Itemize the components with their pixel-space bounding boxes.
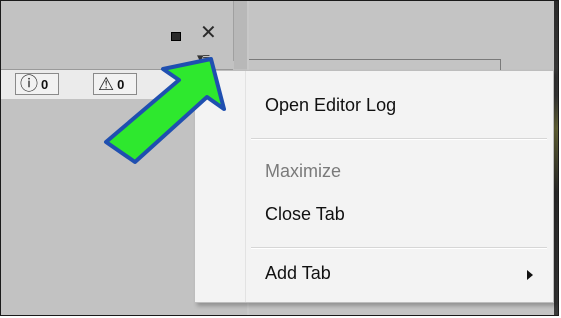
scene-view-edge [554, 1, 558, 315]
info-counter[interactable]: ⓘ 0 [15, 73, 59, 95]
maximize-icon[interactable] [171, 32, 181, 41]
warning-icon: ⚠ [98, 74, 115, 94]
panel-border [249, 59, 501, 60]
submenu-arrow-icon [527, 270, 533, 280]
info-icon: ⓘ [20, 74, 38, 94]
menu-item-close-tab[interactable]: Close Tab [265, 204, 345, 225]
screenshot-frame: ✕ ▾≡ ⓘ 0 ⚠ 0 Open Editor Log Maximize Cl… [0, 0, 559, 316]
warning-counter[interactable]: ⚠ 0 [93, 73, 137, 95]
close-icon[interactable]: ✕ [200, 23, 217, 43]
info-count: 0 [41, 76, 49, 92]
menu-item-maximize: Maximize [265, 161, 342, 181]
tab-context-menu: Open Editor Log Maximize Close Tab Add T… [194, 70, 554, 303]
warning-count: 0 [117, 76, 125, 92]
menu-icon-gutter [195, 71, 246, 302]
menu-item-add-tab[interactable]: Add Tab [265, 263, 545, 284]
menu-item-open-editor-log[interactable]: Open Editor Log [265, 95, 396, 116]
menu-item-add-tab-label: Add Tab [265, 263, 331, 283]
menu-separator [251, 138, 547, 140]
tab-menu-icon[interactable]: ▾≡ [197, 51, 210, 64]
dock-header-edge [234, 1, 247, 69]
menu-separator [251, 247, 547, 249]
